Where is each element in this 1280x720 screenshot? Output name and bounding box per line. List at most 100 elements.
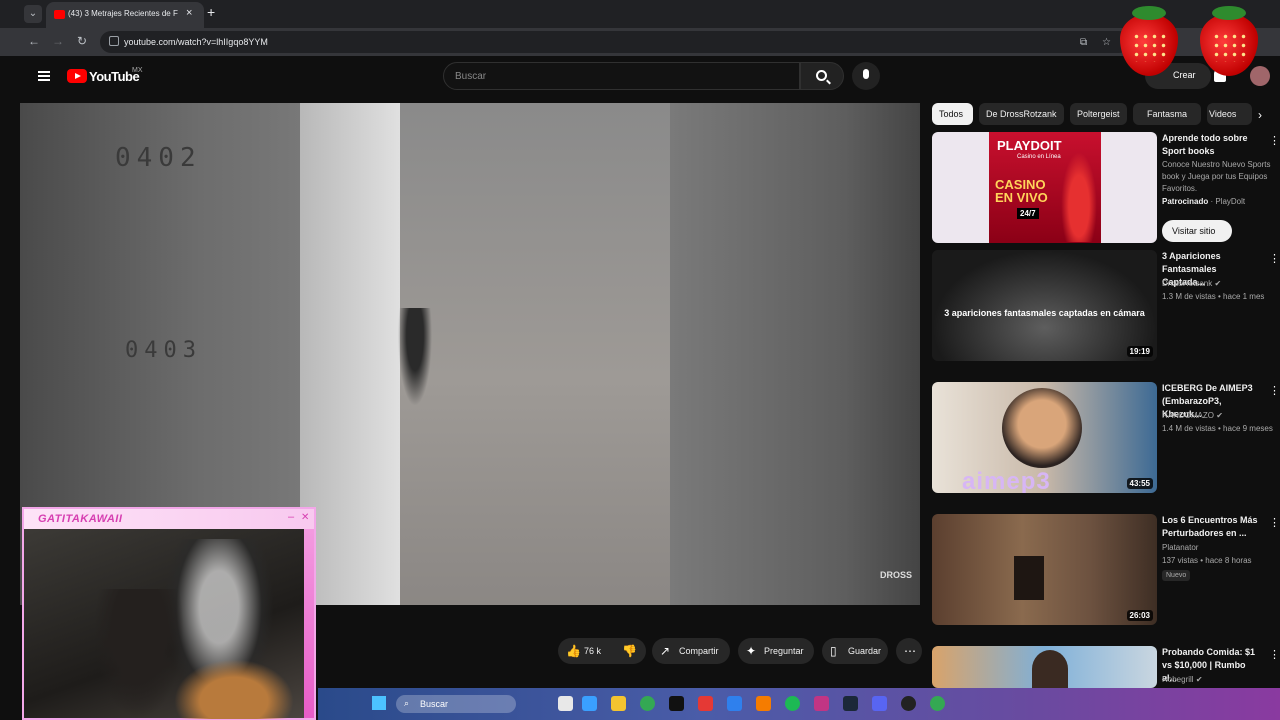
channel-name[interactable]: RANDOMAZO ✔ (1162, 410, 1272, 421)
forward-icon[interactable]: → (52, 34, 64, 48)
steam-icon[interactable] (843, 696, 858, 711)
windows-start-icon[interactable] (372, 696, 386, 710)
channel-name[interactable]: Robegrill ✔ (1162, 674, 1272, 685)
chip-dross[interactable]: De DrossRotzank (979, 103, 1064, 125)
youtube-logo-icon[interactable] (67, 69, 87, 83)
new-tab-icon[interactable]: + (207, 4, 215, 20)
youtube-header: YouTube MX Buscar Crear (20, 56, 1280, 100)
more-vertical-icon[interactable]: ⋮ (1269, 252, 1280, 265)
dislike-icon[interactable]: 👎 (622, 644, 637, 658)
video-figure (395, 308, 435, 418)
taskbar-search-label: Buscar (420, 699, 449, 709)
thumbnail-person (1032, 650, 1068, 688)
browser-tab[interactable]: (43) 3 Metrajes Recientes de Fa × (46, 2, 204, 28)
ad-title[interactable]: Aprende todo sobre Sport books (1162, 132, 1262, 158)
video-title[interactable]: Los 6 Encuentros Más Perturbadores en ..… (1162, 514, 1262, 540)
file-explorer-icon[interactable] (611, 696, 626, 711)
tab-title: (43) 3 Metrajes Recientes de Fa (68, 9, 178, 18)
obs-icon[interactable] (901, 696, 916, 711)
chrome-icon[interactable] (930, 696, 945, 711)
webcam-title: GATITAKAWAII (38, 513, 123, 525)
discord-icon[interactable] (872, 696, 887, 711)
ad-headline: CASINO EN VIVO (995, 177, 1048, 205)
visit-site-button[interactable]: Visitar sitio (1162, 220, 1232, 242)
instagram-icon[interactable] (814, 696, 829, 711)
app-icon[interactable] (756, 696, 771, 711)
tab-search-icon[interactable]: ⌄ (24, 5, 42, 23)
chip-all[interactable]: Todos (932, 103, 973, 125)
chip-poltergeist[interactable]: Poltergeist (1070, 103, 1127, 125)
webcam-title-bar: GATITAKAWAII – ✕ (24, 509, 314, 529)
more-vertical-icon[interactable]: ⋮ (1269, 648, 1280, 661)
webcam-feed (24, 529, 304, 719)
related-video[interactable]: 26:03 Los 6 Encuentros Más Perturbadores… (932, 514, 1280, 626)
related-video[interactable]: 3 apariciones fantasmales captadas en cá… (932, 250, 1280, 362)
like-icon[interactable]: 👍 (566, 644, 581, 658)
url-field[interactable]: youtube.com/watch?v=lhIIgqo8YYM ⧉ ☆ (100, 31, 1130, 53)
more-horizontal-icon: ⋯ (904, 644, 916, 658)
ask-label: Preguntar (764, 646, 804, 656)
thumbnail-text: aimep3 (962, 468, 1051, 493)
chevron-right-icon[interactable]: › (1258, 108, 1262, 122)
search-icon (816, 70, 827, 81)
minimize-icon: – (288, 511, 295, 523)
app-icon[interactable] (582, 696, 597, 711)
video-thumbnail[interactable]: 3 apariciones fantasmales captadas en cá… (932, 250, 1157, 361)
duration-badge: 43:55 (1126, 478, 1153, 489)
avatar[interactable] (1250, 66, 1270, 86)
search-button[interactable] (800, 62, 844, 90)
video-meta: 1.4 M de vistas • hace 9 meses (1162, 424, 1273, 433)
thumbnail-doorway (1014, 556, 1044, 600)
ad-tag: 24/7 (1017, 208, 1039, 219)
channel-name[interactable]: Platanator (1162, 542, 1272, 553)
tiktok-icon[interactable] (669, 696, 684, 711)
ad-card[interactable]: PLAYDOIT Casino en Línea CASINO EN VIVO … (932, 132, 1280, 244)
thumbnail-face (1002, 388, 1082, 468)
app-icon[interactable] (698, 696, 713, 711)
spotify-icon[interactable] (785, 696, 800, 711)
more-vertical-icon[interactable]: ⋮ (1269, 384, 1280, 397)
video-meta: 1.3 M de vistas • hace 1 mes (1162, 292, 1265, 301)
ad-brand: PLAYDOIT (997, 138, 1062, 153)
menu-icon[interactable] (38, 71, 50, 81)
save-button[interactable]: ▯ Guardar (822, 638, 888, 664)
more-actions-button[interactable]: ⋯ (896, 638, 922, 664)
video-meta: 137 vistas • hace 8 horas (1162, 556, 1252, 565)
reload-icon[interactable]: ↻ (77, 34, 87, 48)
country-code: MX (132, 67, 143, 74)
chip-fantasma[interactable]: Fantasma (1133, 103, 1201, 125)
bookmark-star-icon[interactable]: ☆ (1102, 37, 1111, 48)
app-icon[interactable] (727, 696, 742, 711)
install-icon[interactable]: ⧉ (1080, 37, 1087, 48)
share-button[interactable]: ↗ Compartir (652, 638, 730, 664)
voice-search-mic-icon[interactable] (852, 62, 880, 90)
ask-button[interactable]: ✦ Preguntar (738, 638, 814, 664)
video-thumbnail[interactable]: aimep3 43:55 (932, 382, 1157, 493)
close-icon: ✕ (301, 512, 310, 523)
search-input[interactable]: Buscar (443, 62, 800, 90)
video-wall-right (670, 103, 920, 605)
verified-icon: ✔ (1214, 279, 1222, 288)
back-icon[interactable]: ← (28, 34, 40, 48)
webcam-cat (174, 659, 294, 719)
taskbar-search[interactable]: ⌕ Buscar (396, 695, 516, 713)
related-video[interactable]: Probando Comida: $1 vs $10,000 | Rumbo a… (932, 646, 1280, 688)
close-tab-icon[interactable]: × (186, 7, 192, 19)
chip-videos[interactable]: Videos (1207, 103, 1252, 125)
more-vertical-icon[interactable]: ⋮ (1269, 516, 1280, 529)
video-thumbnail[interactable]: 26:03 (932, 514, 1157, 625)
ad-model-image (1061, 152, 1097, 242)
new-badge: Nuevo (1162, 570, 1191, 581)
webcam-person (94, 589, 184, 719)
site-info-icon[interactable] (109, 36, 119, 46)
chrome-icon[interactable] (640, 696, 655, 711)
more-vertical-icon[interactable]: ⋮ (1269, 134, 1280, 147)
like-count[interactable]: 76 k (584, 646, 601, 656)
video-thumbnail[interactable] (932, 646, 1157, 688)
channel-name[interactable]: DrossRotzank ✔ (1162, 278, 1272, 289)
task-view-icon[interactable] (558, 696, 573, 711)
webcam-border-accent (304, 529, 314, 718)
ad-thumbnail[interactable]: PLAYDOIT Casino en Línea CASINO EN VIVO … (932, 132, 1157, 243)
related-video[interactable]: aimep3 43:55 ICEBERG De AIMEP3 (Embarazo… (932, 382, 1280, 494)
verified-icon: ✔ (1216, 411, 1223, 420)
